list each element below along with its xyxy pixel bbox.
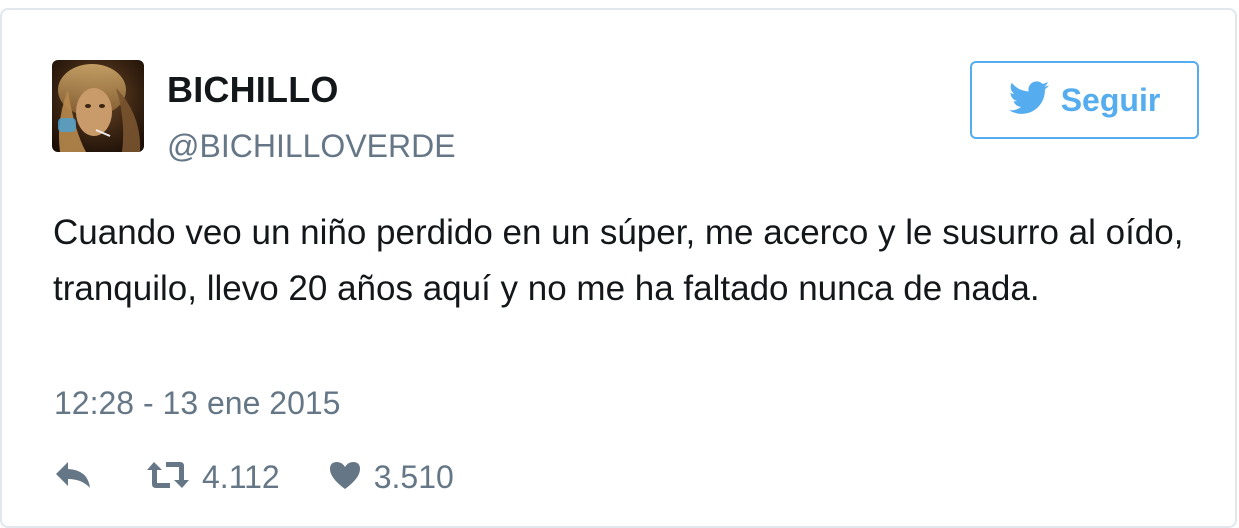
avatar-image bbox=[52, 60, 144, 152]
follow-label: Seguir bbox=[1060, 82, 1161, 118]
reply-icon bbox=[54, 460, 92, 495]
heart-icon bbox=[328, 460, 362, 495]
twitter-bird-icon bbox=[1008, 80, 1049, 120]
reply-button[interactable] bbox=[54, 460, 92, 495]
display-name[interactable]: BICHILLO bbox=[167, 72, 339, 108]
user-handle[interactable]: @BICHILLOVERDE bbox=[167, 130, 456, 162]
retweet-icon bbox=[146, 460, 190, 495]
tweet-timestamp[interactable]: 12:28 - 13 ene 2015 bbox=[54, 387, 340, 419]
retweet-count: 4.112 bbox=[202, 459, 280, 495]
tweet-card: BICHILLO @BICHILLOVERDE Seguir Cuando ve… bbox=[0, 8, 1237, 528]
avatar[interactable] bbox=[52, 60, 144, 152]
tweet-text: Cuando veo un niño perdido en un súper, … bbox=[53, 213, 1184, 308]
retweet-button[interactable]: 4.112 bbox=[146, 460, 280, 495]
like-count: 3.510 bbox=[373, 459, 454, 495]
tweet-actions: 4.112 3.510 bbox=[54, 455, 454, 499]
follow-button[interactable]: Seguir bbox=[970, 61, 1199, 139]
like-button[interactable]: 3.510 bbox=[328, 460, 454, 495]
